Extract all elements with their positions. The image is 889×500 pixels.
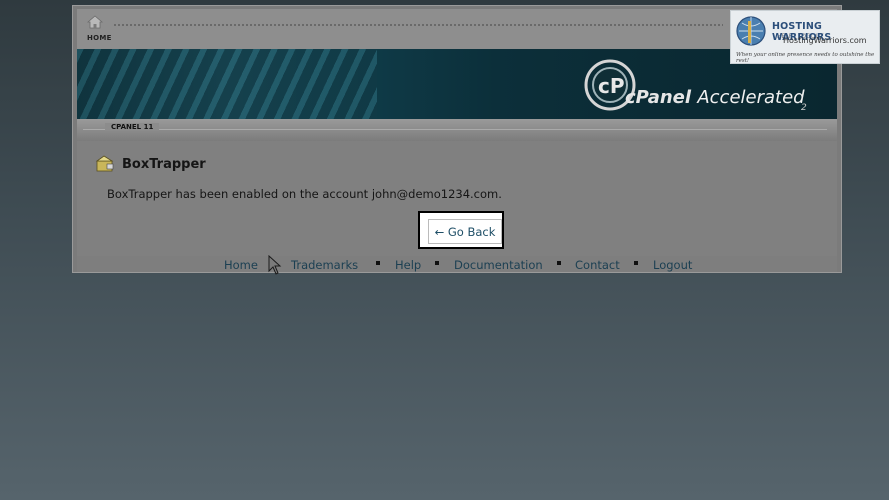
main-content: BoxTrapper BoxTrapper has been enabled o… xyxy=(77,141,837,256)
watermark-tagline: When your online presence needs to outsh… xyxy=(736,52,875,64)
hosting-warriors-watermark: HELP | LOGOUT HOSTING WARRIORS HostingWa… xyxy=(730,10,880,64)
footer-link-documentation[interactable]: Documentation xyxy=(454,258,543,272)
home-icon[interactable] xyxy=(87,15,103,29)
footer-link-help[interactable]: Help xyxy=(395,258,421,272)
go-back-highlight: ← Go Back xyxy=(418,211,504,249)
boxtrapper-icon xyxy=(95,155,114,172)
footer-link-trademarks[interactable]: Trademarks xyxy=(291,258,358,272)
footer-separator xyxy=(634,261,638,265)
brand-wordmark: cPanel Accelerated xyxy=(625,87,805,108)
footer-separator xyxy=(557,261,561,265)
mouse-pointer-icon xyxy=(268,255,282,275)
footer-link-contact[interactable]: Contact xyxy=(575,258,620,272)
footer-separator xyxy=(435,261,439,265)
brand-name: cPanel xyxy=(625,87,692,108)
status-message: BoxTrapper has been enabled on the accou… xyxy=(107,187,502,201)
product-name: Accelerated xyxy=(697,87,805,108)
svg-text:cP: cP xyxy=(598,74,625,98)
version-mark: 2 xyxy=(801,103,807,113)
watermark-url: HostingWarriors.com xyxy=(783,36,867,45)
breadcrumb-rule xyxy=(83,129,827,130)
cpanel-accelerated-banner: cP cPanel Accelerated 2 xyxy=(77,49,837,119)
top-navigation-bar: HOME xyxy=(77,9,837,49)
network-cables-graphic xyxy=(77,49,377,119)
breadcrumb[interactable]: CPANEL 11 xyxy=(105,123,160,131)
footer-separator xyxy=(376,261,380,265)
go-back-button[interactable]: ← Go Back xyxy=(428,219,502,244)
page-title: BoxTrapper xyxy=(122,157,206,172)
footer-nav: Home Trademarks Help Documentation Conta… xyxy=(77,256,837,272)
globe-logo-icon xyxy=(736,16,766,46)
home-nav-label[interactable]: HOME xyxy=(87,34,112,42)
footer-link-logout[interactable]: Logout xyxy=(653,258,692,272)
dotted-divider xyxy=(113,23,723,27)
breadcrumb-bar: CPANEL 11 xyxy=(77,119,837,141)
footer-link-home[interactable]: Home xyxy=(224,258,258,272)
cpanel-window: HOME cP cPanel Accelerated 2 CPANEL 11 B… xyxy=(72,5,842,273)
